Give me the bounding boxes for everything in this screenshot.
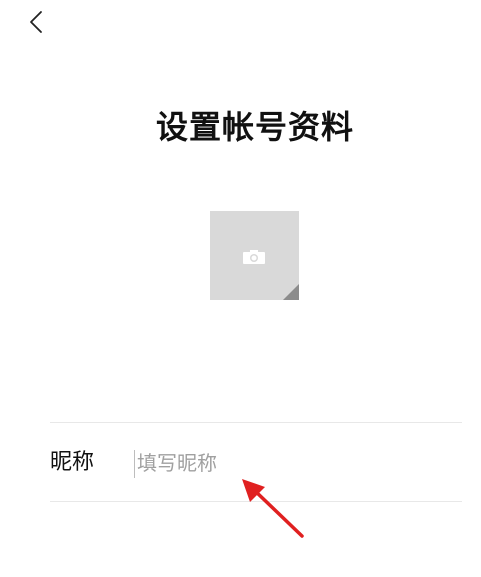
divider-top [50,422,462,423]
nickname-input[interactable] [133,447,457,479]
corner-triangle-icon [283,284,299,300]
page-title: 设置帐号资料 [155,108,354,146]
nickname-label: 昵称 [50,450,95,475]
back-button[interactable] [20,6,52,38]
red-arrow-icon [242,479,304,538]
avatar-upload-button[interactable] [210,211,299,300]
camera-icon [243,250,265,264]
text-caret [134,450,135,478]
chevron-left-icon [30,11,42,33]
